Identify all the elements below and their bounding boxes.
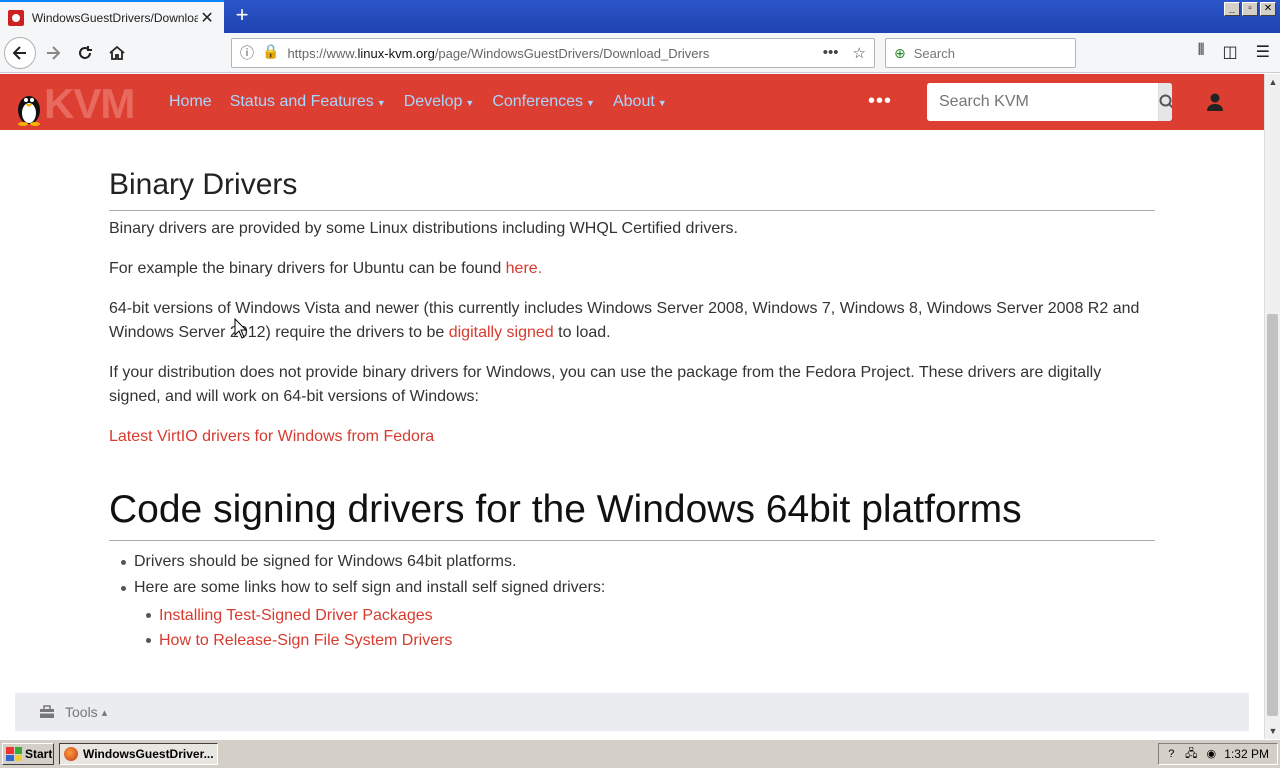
tab-title: WindowsGuestDrivers/Download_D <box>31 10 199 25</box>
restore-button[interactable]: ▫ <box>1242 2 1258 16</box>
list-item: Here are some links how to self sign and… <box>120 575 605 601</box>
page-actions-icon[interactable]: ••• <box>823 44 839 62</box>
page-scrollbar[interactable]: ▲ ▼ <box>1264 74 1280 739</box>
shield-icon[interactable]: ◉ <box>1204 747 1218 761</box>
test-signed-link[interactable]: Installing Test-Signed Driver Packages <box>159 607 433 624</box>
system-tray: ? 🖧 ◉ 1:32 PM <box>1158 743 1278 765</box>
library-icon[interactable]: ⫴ <box>1198 42 1205 62</box>
menu-home[interactable]: Home <box>169 93 212 111</box>
kvm-logo[interactable]: KVM <box>14 80 146 127</box>
back-button[interactable] <box>4 37 36 69</box>
paragraph-fedora: If your distribution does not provide bi… <box>109 364 1102 405</box>
site-menu: Home Status and Features ▼ Develop ▼ Confe… <box>169 74 685 130</box>
caret-down-icon: ▼ <box>586 98 595 108</box>
help-icon[interactable]: ? <box>1164 747 1178 761</box>
menu-status-features[interactable]: Status and Features ▼ <box>230 93 386 111</box>
caret-down-icon: ▼ <box>376 98 386 108</box>
info-icon[interactable]: ⓘ <box>240 43 254 63</box>
new-tab-button[interactable]: + <box>230 4 254 28</box>
windows-taskbar: Start WindowsGuestDriver... ? 🖧 ◉ 1:32 P… <box>0 739 1280 768</box>
tab-close-icon[interactable]: ✕ <box>198 8 216 28</box>
site-search-button[interactable] <box>1158 83 1172 121</box>
scroll-up-icon[interactable]: ▲ <box>1265 74 1280 90</box>
network-icon[interactable]: 🖧 <box>1184 747 1198 761</box>
paragraph-fedora-link: Latest VirtIO drivers for Windows from F… <box>109 425 1155 449</box>
digitally-signed-link[interactable]: digitally signed <box>449 324 554 341</box>
menu-about[interactable]: About ▼ <box>613 93 667 111</box>
code-signing-list: Drivers should be signed for Windows 64b… <box>120 549 605 601</box>
code-signing-heading: Code signing drivers for the Windows 64b… <box>109 486 1155 541</box>
screen: WindowsGuestDrivers/Download_D ✕ + _ ▫ ✕… <box>0 0 1280 768</box>
scroll-down-icon[interactable]: ▼ <box>1265 723 1280 739</box>
browser-tab-active[interactable]: WindowsGuestDrivers/Download_D ✕ <box>0 0 224 33</box>
menu-conferences[interactable]: Conferences ▼ <box>492 93 595 111</box>
menu-hamburger-icon[interactable]: ☰ <box>1256 42 1270 62</box>
more-options-icon[interactable]: ••• <box>868 90 892 113</box>
paragraph-binary-intro: Binary drivers are provided by some Linu… <box>109 220 738 237</box>
reload-button[interactable] <box>70 38 100 68</box>
list-item: Installing Test-Signed Driver Packages <box>145 603 452 628</box>
url-bar[interactable]: ⓘ 🔒 https://www.linux-kvm.org/page/Windo… <box>231 38 875 68</box>
bookmark-star-icon[interactable]: ☆ <box>853 44 866 62</box>
browser-search-placeholder: Search <box>913 45 955 61</box>
search-engine-icon: ⊕ <box>894 44 906 61</box>
paragraph-ubuntu: For example the binary drivers for Ubunt… <box>109 260 543 277</box>
fedora-drivers-link[interactable]: Latest VirtIO drivers for Windows from F… <box>109 428 434 445</box>
window-controls: _ ▫ ✕ <box>1224 2 1276 16</box>
toolbox-icon <box>40 705 54 718</box>
arrow-left-icon <box>12 46 26 60</box>
self-sign-links-list: Installing Test-Signed Driver Packages H… <box>145 603 452 653</box>
scroll-thumb[interactable] <box>1267 314 1278 716</box>
start-button[interactable]: Start <box>2 743 54 765</box>
taskbar-firefox-item[interactable]: WindowsGuestDriver... <box>59 743 218 765</box>
close-window-button[interactable]: ✕ <box>1260 2 1276 16</box>
url-text[interactable]: https://www.linux-kvm.org/page/WindowsGu… <box>287 46 822 61</box>
lock-icon[interactable]: 🔒 <box>262 43 279 63</box>
menu-develop[interactable]: Develop ▼ <box>404 93 475 111</box>
browser-search-input[interactable]: ⊕ Search <box>885 38 1076 68</box>
tux-penguin-icon <box>18 96 40 126</box>
browser-tab-bar: WindowsGuestDrivers/Download_D ✕ + _ ▫ ✕ <box>0 0 1280 33</box>
site-favicon-icon <box>8 9 24 26</box>
sidebar-icon[interactable]: ◫ <box>1223 42 1238 62</box>
browser-nav-bar: ⓘ 🔒 https://www.linux-kvm.org/page/Windo… <box>0 33 1280 73</box>
binary-drivers-heading: Binary Drivers <box>109 166 1155 211</box>
minimize-button[interactable]: _ <box>1224 2 1240 16</box>
tools-footer[interactable]: Tools ▴ <box>15 693 1249 731</box>
logo-text: KVM <box>44 80 135 127</box>
list-item: Drivers should be signed for Windows 64b… <box>120 549 605 575</box>
home-button[interactable] <box>102 38 132 68</box>
list-item: How to Release-Sign File System Drivers <box>145 628 452 653</box>
clock[interactable]: 1:32 PM <box>1224 747 1269 761</box>
mouse-cursor-icon <box>234 318 248 339</box>
caret-up-icon: ▴ <box>101 706 108 719</box>
site-header: KVM Home Status and Features ▼ Develop ▼ C… <box>0 74 1264 130</box>
firefox-icon <box>64 747 78 761</box>
user-icon[interactable] <box>1205 92 1225 112</box>
caret-down-icon: ▼ <box>465 98 475 108</box>
search-icon <box>1159 94 1172 109</box>
release-sign-link[interactable]: How to Release-Sign File System Drivers <box>159 632 452 649</box>
windows-flag-icon <box>6 747 22 761</box>
ubuntu-here-link[interactable]: here. <box>506 260 542 277</box>
arrow-right-icon <box>47 46 61 60</box>
caret-down-icon: ▼ <box>657 98 667 108</box>
home-icon <box>109 45 125 60</box>
site-search-input[interactable] <box>927 83 1158 121</box>
paragraph-64bit: 64-bit versions of Windows Vista and new… <box>109 300 1140 341</box>
tools-label: Tools <box>65 704 98 720</box>
reload-icon <box>79 46 92 59</box>
site-search <box>927 83 1172 121</box>
forward-button[interactable] <box>38 38 68 68</box>
